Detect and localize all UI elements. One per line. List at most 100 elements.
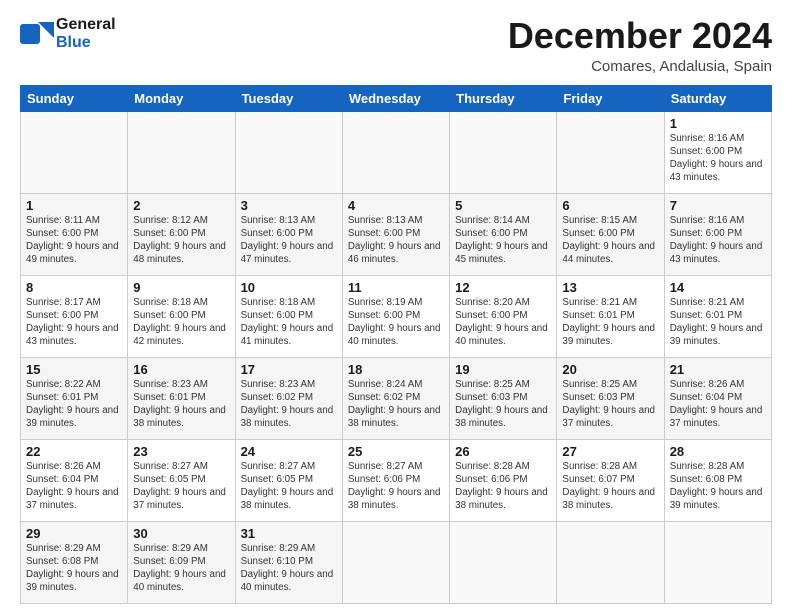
calendar-cell — [557, 111, 664, 193]
day-number: 4 — [348, 198, 444, 213]
day-number: 5 — [455, 198, 551, 213]
col-thursday: Thursday — [450, 85, 557, 111]
day-info: Sunrise: 8:23 AMSunset: 6:02 PMDaylight:… — [241, 378, 337, 431]
calendar-cell: 1Sunrise: 8:11 AMSunset: 6:00 PMDaylight… — [21, 193, 128, 275]
day-number: 27 — [562, 444, 658, 459]
calendar-cell: 2Sunrise: 8:12 AMSunset: 6:00 PMDaylight… — [128, 193, 235, 275]
day-number: 16 — [133, 362, 229, 377]
day-number: 1 — [670, 116, 766, 131]
day-number: 29 — [26, 526, 122, 541]
day-info: Sunrise: 8:17 AMSunset: 6:00 PMDaylight:… — [26, 296, 122, 349]
calendar-cell: 14Sunrise: 8:21 AMSunset: 6:01 PMDayligh… — [664, 275, 771, 357]
day-number: 20 — [562, 362, 658, 377]
calendar-cell: 21Sunrise: 8:26 AMSunset: 6:04 PMDayligh… — [664, 357, 771, 439]
day-info: Sunrise: 8:21 AMSunset: 6:01 PMDaylight:… — [562, 296, 658, 349]
title-block: December 2024 Comares, Andalusia, Spain — [508, 16, 772, 75]
day-info: Sunrise: 8:27 AMSunset: 6:05 PMDaylight:… — [241, 460, 337, 513]
day-number: 12 — [455, 280, 551, 295]
calendar-cell: 28Sunrise: 8:28 AMSunset: 6:08 PMDayligh… — [664, 439, 771, 521]
day-number: 1 — [26, 198, 122, 213]
calendar-cell: 23Sunrise: 8:27 AMSunset: 6:05 PMDayligh… — [128, 439, 235, 521]
day-info: Sunrise: 8:22 AMSunset: 6:01 PMDaylight:… — [26, 378, 122, 431]
day-number: 13 — [562, 280, 658, 295]
calendar-cell: 26Sunrise: 8:28 AMSunset: 6:06 PMDayligh… — [450, 439, 557, 521]
day-number: 10 — [241, 280, 337, 295]
day-info: Sunrise: 8:13 AMSunset: 6:00 PMDaylight:… — [241, 214, 337, 267]
day-number: 22 — [26, 444, 122, 459]
calendar-week-row: 22Sunrise: 8:26 AMSunset: 6:04 PMDayligh… — [21, 439, 772, 521]
calendar-cell: 16Sunrise: 8:23 AMSunset: 6:01 PMDayligh… — [128, 357, 235, 439]
day-number: 18 — [348, 362, 444, 377]
calendar-cell — [450, 521, 557, 603]
day-info: Sunrise: 8:28 AMSunset: 6:07 PMDaylight:… — [562, 460, 658, 513]
calendar-cell: 19Sunrise: 8:25 AMSunset: 6:03 PMDayligh… — [450, 357, 557, 439]
calendar-cell: 11Sunrise: 8:19 AMSunset: 6:00 PMDayligh… — [342, 275, 449, 357]
day-info: Sunrise: 8:18 AMSunset: 6:00 PMDaylight:… — [133, 296, 229, 349]
day-number: 7 — [670, 198, 766, 213]
day-number: 25 — [348, 444, 444, 459]
day-info: Sunrise: 8:11 AMSunset: 6:00 PMDaylight:… — [26, 214, 122, 267]
logo-icon — [20, 20, 54, 48]
calendar-cell — [128, 111, 235, 193]
calendar-cell: 22Sunrise: 8:26 AMSunset: 6:04 PMDayligh… — [21, 439, 128, 521]
day-info: Sunrise: 8:16 AMSunset: 6:00 PMDaylight:… — [670, 132, 766, 185]
calendar-cell — [21, 111, 128, 193]
col-wednesday: Wednesday — [342, 85, 449, 111]
day-number: 26 — [455, 444, 551, 459]
logo: General Blue — [20, 16, 116, 51]
day-number: 2 — [133, 198, 229, 213]
calendar-cell: 12Sunrise: 8:20 AMSunset: 6:00 PMDayligh… — [450, 275, 557, 357]
calendar-cell — [342, 521, 449, 603]
col-tuesday: Tuesday — [235, 85, 342, 111]
calendar-cell: 13Sunrise: 8:21 AMSunset: 6:01 PMDayligh… — [557, 275, 664, 357]
calendar-cell: 30Sunrise: 8:29 AMSunset: 6:09 PMDayligh… — [128, 521, 235, 603]
day-info: Sunrise: 8:16 AMSunset: 6:00 PMDaylight:… — [670, 214, 766, 267]
calendar-cell: 17Sunrise: 8:23 AMSunset: 6:02 PMDayligh… — [235, 357, 342, 439]
day-info: Sunrise: 8:26 AMSunset: 6:04 PMDaylight:… — [26, 460, 122, 513]
calendar-cell: 15Sunrise: 8:22 AMSunset: 6:01 PMDayligh… — [21, 357, 128, 439]
calendar-week-row: 8Sunrise: 8:17 AMSunset: 6:00 PMDaylight… — [21, 275, 772, 357]
calendar-cell: 8Sunrise: 8:17 AMSunset: 6:00 PMDaylight… — [21, 275, 128, 357]
day-number: 8 — [26, 280, 122, 295]
day-info: Sunrise: 8:28 AMSunset: 6:06 PMDaylight:… — [455, 460, 551, 513]
calendar-cell: 10Sunrise: 8:18 AMSunset: 6:00 PMDayligh… — [235, 275, 342, 357]
day-info: Sunrise: 8:27 AMSunset: 6:06 PMDaylight:… — [348, 460, 444, 513]
calendar-header-row: Sunday Monday Tuesday Wednesday Thursday… — [21, 85, 772, 111]
logo-text-general: General — [56, 16, 116, 34]
calendar-cell: 24Sunrise: 8:27 AMSunset: 6:05 PMDayligh… — [235, 439, 342, 521]
day-number: 11 — [348, 280, 444, 295]
day-info: Sunrise: 8:18 AMSunset: 6:00 PMDaylight:… — [241, 296, 337, 349]
calendar-cell: 31Sunrise: 8:29 AMSunset: 6:10 PMDayligh… — [235, 521, 342, 603]
calendar-cell: 4Sunrise: 8:13 AMSunset: 6:00 PMDaylight… — [342, 193, 449, 275]
calendar-cell: 5Sunrise: 8:14 AMSunset: 6:00 PMDaylight… — [450, 193, 557, 275]
day-number: 30 — [133, 526, 229, 541]
calendar-cell: 6Sunrise: 8:15 AMSunset: 6:00 PMDaylight… — [557, 193, 664, 275]
day-number: 28 — [670, 444, 766, 459]
day-number: 3 — [241, 198, 337, 213]
location: Comares, Andalusia, Spain — [508, 58, 772, 75]
col-friday: Friday — [557, 85, 664, 111]
calendar-cell: 1Sunrise: 8:16 AMSunset: 6:00 PMDaylight… — [664, 111, 771, 193]
day-info: Sunrise: 8:24 AMSunset: 6:02 PMDaylight:… — [348, 378, 444, 431]
calendar-cell: 7Sunrise: 8:16 AMSunset: 6:00 PMDaylight… — [664, 193, 771, 275]
day-info: Sunrise: 8:19 AMSunset: 6:00 PMDaylight:… — [348, 296, 444, 349]
day-info: Sunrise: 8:26 AMSunset: 6:04 PMDaylight:… — [670, 378, 766, 431]
calendar-cell: 27Sunrise: 8:28 AMSunset: 6:07 PMDayligh… — [557, 439, 664, 521]
day-info: Sunrise: 8:21 AMSunset: 6:01 PMDaylight:… — [670, 296, 766, 349]
calendar-page: General Blue December 2024 Comares, Anda… — [0, 0, 792, 612]
day-info: Sunrise: 8:29 AMSunset: 6:10 PMDaylight:… — [241, 542, 337, 595]
day-info: Sunrise: 8:20 AMSunset: 6:00 PMDaylight:… — [455, 296, 551, 349]
col-sunday: Sunday — [21, 85, 128, 111]
col-monday: Monday — [128, 85, 235, 111]
calendar-table: Sunday Monday Tuesday Wednesday Thursday… — [20, 85, 772, 604]
day-info: Sunrise: 8:23 AMSunset: 6:01 PMDaylight:… — [133, 378, 229, 431]
day-info: Sunrise: 8:29 AMSunset: 6:09 PMDaylight:… — [133, 542, 229, 595]
calendar-cell — [450, 111, 557, 193]
day-number: 9 — [133, 280, 229, 295]
day-number: 15 — [26, 362, 122, 377]
day-info: Sunrise: 8:28 AMSunset: 6:08 PMDaylight:… — [670, 460, 766, 513]
day-info: Sunrise: 8:25 AMSunset: 6:03 PMDaylight:… — [562, 378, 658, 431]
calendar-week-row: 1Sunrise: 8:16 AMSunset: 6:00 PMDaylight… — [21, 111, 772, 193]
calendar-cell — [557, 521, 664, 603]
calendar-cell: 29Sunrise: 8:29 AMSunset: 6:08 PMDayligh… — [21, 521, 128, 603]
